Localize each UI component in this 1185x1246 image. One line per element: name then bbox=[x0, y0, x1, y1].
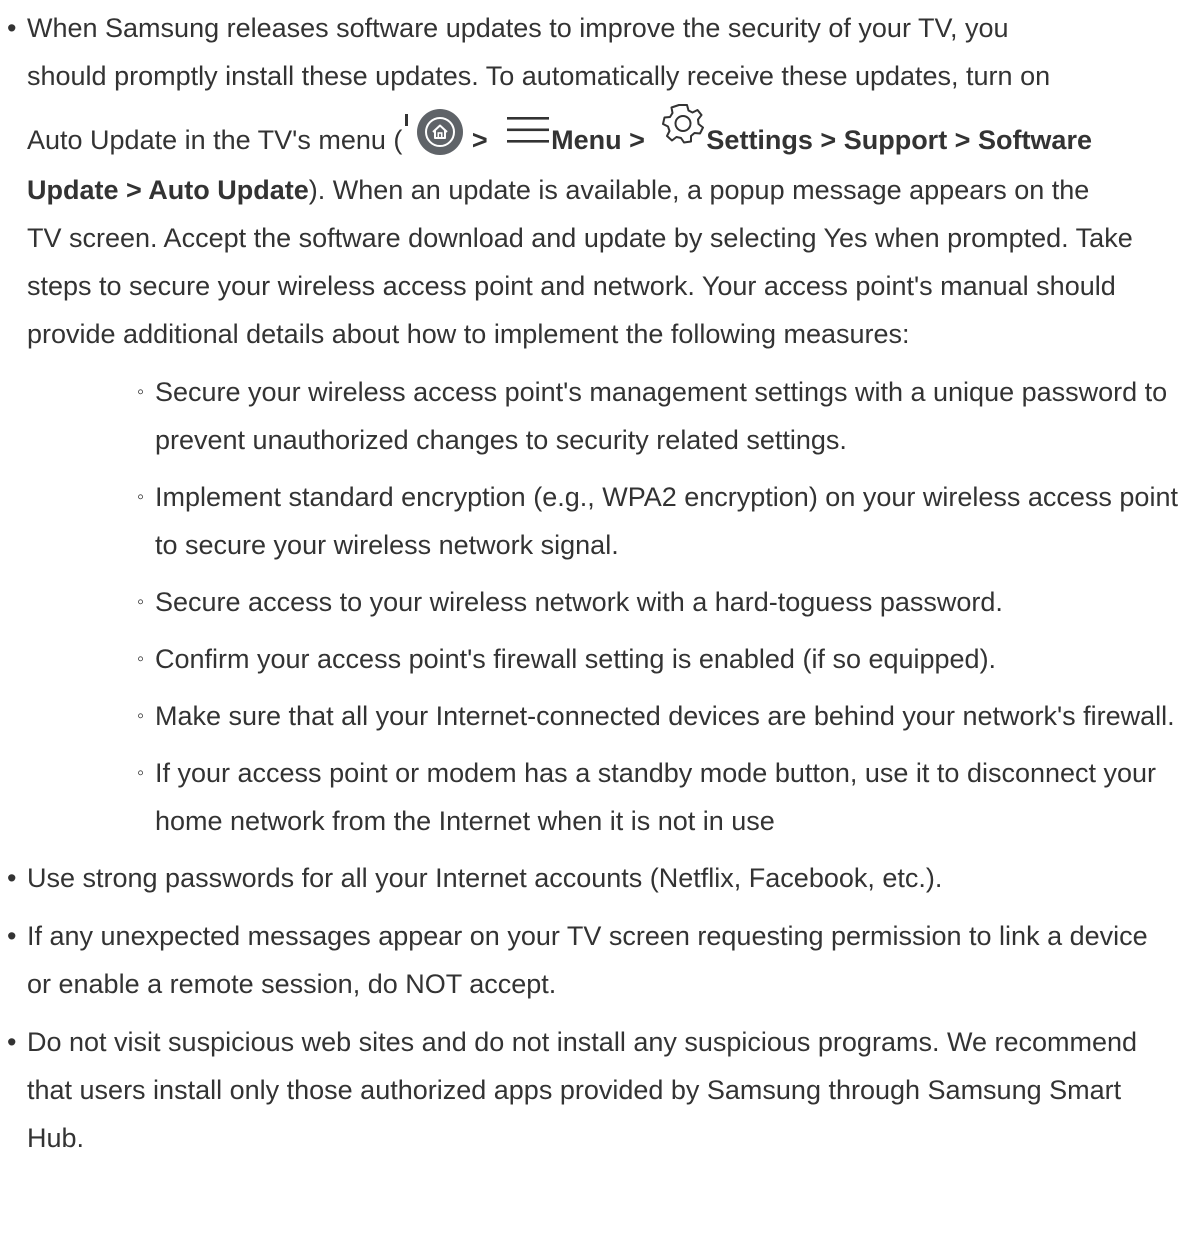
item-1-rest: TV screen. Accept the software download … bbox=[27, 223, 1133, 349]
document-body: When Samsung releases software updates t… bbox=[0, 4, 1185, 1246]
list-item-unexpected-messages: If any unexpected messages appear on you… bbox=[0, 912, 1185, 1008]
sublist-item: Confirm your access point's firewall set… bbox=[137, 635, 1185, 683]
menu-path-line: Auto Update in the TV's menu ( > Menu > … bbox=[27, 100, 1185, 166]
list-item-strong-passwords: Use strong passwords for all your Intern… bbox=[0, 854, 1185, 902]
list-item-software-updates: When Samsung releases software updates t… bbox=[0, 4, 1185, 845]
tick-mark bbox=[405, 114, 409, 126]
path-continuation: Update > Auto Update bbox=[27, 175, 309, 205]
path-separator: > bbox=[464, 125, 496, 155]
auto-update-prefix: Auto Update in the TV's menu ( bbox=[27, 125, 403, 155]
sublist-item: Implement standard encryption (e.g., WPA… bbox=[137, 473, 1185, 569]
gear-icon bbox=[660, 102, 706, 144]
measures-sublist: Secure your wireless access point's mana… bbox=[27, 368, 1185, 845]
after-path-text: ). When an update is available, a popup … bbox=[308, 175, 1090, 205]
list-item-suspicious-sites: Do not visit suspicious web sites and do… bbox=[0, 1018, 1185, 1162]
menu-icon bbox=[505, 112, 551, 143]
sublist-item: Make sure that all your Internet-connect… bbox=[137, 692, 1185, 740]
security-tips-list: When Samsung releases software updates t… bbox=[0, 4, 1185, 1162]
settings-path: Settings > Support > Software bbox=[706, 125, 1092, 155]
item-1-line-1: When Samsung releases software updates t… bbox=[27, 13, 1009, 43]
home-icon bbox=[416, 108, 464, 156]
item-1-line-4: Update > Auto Update). When an update is… bbox=[27, 166, 1185, 214]
sublist-item: Secure access to your wireless network w… bbox=[137, 578, 1185, 626]
item-1-line-2: should promptly install these updates. T… bbox=[27, 61, 1051, 91]
sublist-item: Secure your wireless access point's mana… bbox=[137, 368, 1185, 464]
menu-label: Menu > bbox=[551, 125, 653, 155]
sublist-item: If your access point or modem has a stan… bbox=[137, 749, 1185, 845]
